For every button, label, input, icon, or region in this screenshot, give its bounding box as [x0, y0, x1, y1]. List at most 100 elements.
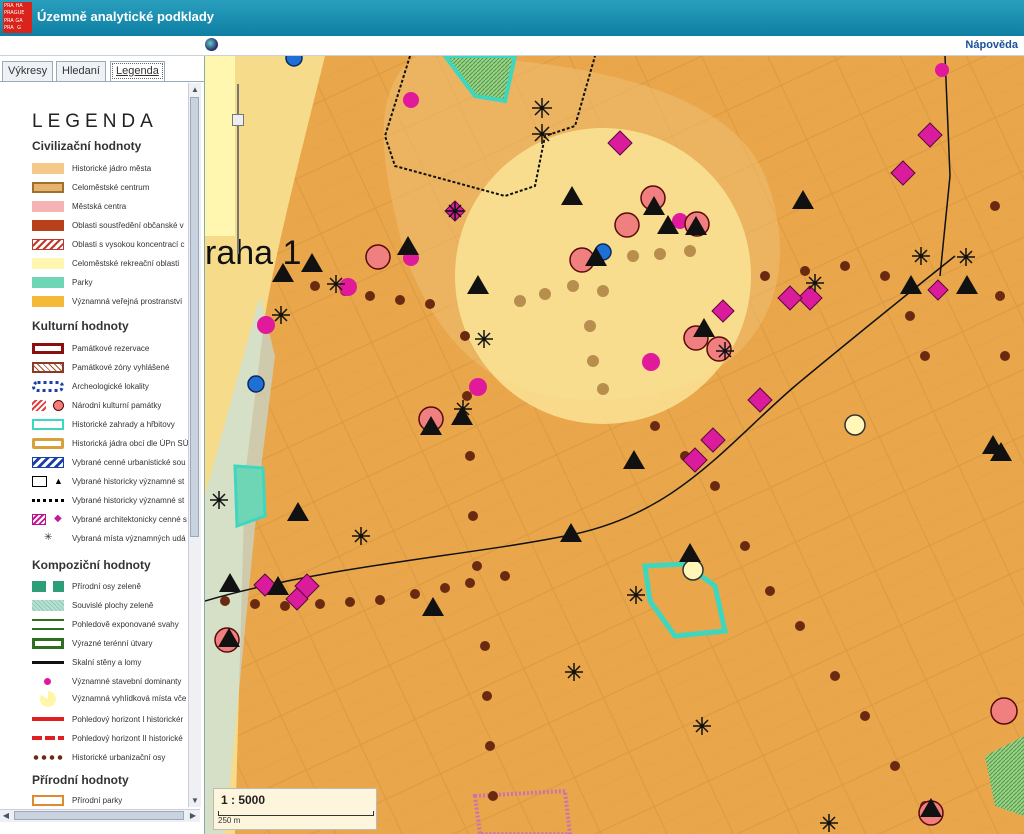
logo-letter: [24, 3, 31, 10]
legend-item: Celoměstské centrum: [32, 182, 188, 196]
legend-swatch: [32, 717, 64, 721]
logo-letter: HA: [15, 3, 23, 9]
diamond-icon: ◆: [54, 513, 62, 524]
monument-symbol-icon: [53, 400, 64, 411]
scroll-down-icon[interactable]: ▼: [190, 795, 200, 806]
legend-item: Národní kulturní památky: [32, 400, 188, 414]
scale-ratio: 1 : 5000: [221, 793, 266, 807]
legend-item: Významná veřejná prostranství: [32, 296, 188, 310]
section-kulturni: Kulturní hodnoty: [32, 319, 129, 333]
help-link[interactable]: Nápověda: [965, 39, 1018, 51]
tab-vykresy[interactable]: Výkresy: [2, 61, 54, 81]
recreation-area: [205, 56, 235, 236]
scroll-thumb[interactable]: [190, 97, 199, 537]
legend-swatch: [32, 499, 64, 502]
legend-swatch: [32, 163, 64, 174]
zoom-track[interactable]: [237, 84, 239, 254]
app-title: Územně analytické podklady: [37, 9, 215, 24]
prague-logo: PRA HA PRA GUE PRA GA PRA G: [3, 2, 32, 33]
legend-item: Vybrané historicky významné st: [32, 495, 188, 509]
scale-distance: 250 m: [218, 816, 241, 825]
legend-item: Přírodní parky: [32, 795, 188, 807]
logo-letter: PRA: [4, 17, 14, 24]
legend-swatch: [32, 400, 46, 411]
legend-swatch: [32, 277, 64, 288]
tab-hledani[interactable]: Hledaní: [56, 61, 106, 81]
legend-swatch: [32, 296, 64, 307]
zoom-slider[interactable]: [232, 84, 244, 254]
logo-letter: [24, 18, 31, 25]
legend-item: Parky: [32, 277, 188, 291]
legend-item: Pohledový horizont I historickér: [32, 714, 188, 728]
legend-item: ✳ Vybraná místa významných udá: [44, 532, 186, 543]
section-civilizacni: Civilizační hodnoty: [32, 139, 142, 153]
legend-item: Památkové zóny vyhlášené: [32, 362, 188, 376]
legend-swatch: [32, 258, 64, 269]
legend-item: Historické jádro města: [32, 163, 188, 177]
legend-item: Městská centra: [32, 201, 188, 215]
zoom-knob[interactable]: [232, 114, 244, 126]
map-view[interactable]: raha 1 1 : 5000 250 m: [205, 56, 1024, 834]
viewpoint-circle: [455, 128, 751, 424]
legend-swatch: [32, 201, 64, 212]
legend-title: LEGENDA: [32, 111, 158, 132]
legend-swatch: [32, 600, 64, 611]
legend-swatch: [32, 661, 64, 664]
toolbar: [0, 36, 1024, 56]
legend-swatch: [32, 581, 46, 592]
legend-swatch: [32, 457, 64, 468]
dominant-dot-icon: [44, 678, 51, 685]
legend-item: Výrazné terénní útvary: [32, 638, 188, 652]
legend-item: Významné stavební dominanty: [32, 676, 188, 690]
map-canvas: [205, 56, 1024, 834]
park-area: [233, 464, 267, 529]
legend-item: Skalní stěny a lomy: [32, 657, 188, 671]
legend-vertical-scrollbar[interactable]: ▲ ▼: [188, 83, 201, 807]
legend-swatch: [32, 381, 64, 392]
legend-swatch: [32, 343, 64, 354]
legend-item: Souvislé plochy zeleně: [32, 600, 188, 614]
scroll-thumb[interactable]: [14, 811, 184, 820]
tab-legenda[interactable]: Legenda: [110, 61, 165, 81]
scroll-up-icon[interactable]: ▲: [190, 84, 200, 95]
section-kompozicni: Kompoziční hodnoty: [32, 558, 151, 572]
legend-item: Památkové rezervace: [32, 343, 188, 357]
scale-bar: [218, 811, 374, 816]
scroll-right-icon[interactable]: ▶: [188, 810, 198, 821]
logo-letter: PRA: [4, 3, 14, 9]
tab-bar: Výkresy Hledaní Legenda: [0, 59, 204, 82]
legend-item: Oblasti s vysokou koncentrací c: [32, 239, 188, 253]
logo-letter: [24, 10, 31, 17]
legend-item: Historická jádra obcí dle ÚPn SÚ: [32, 438, 188, 452]
section-prirodni: Přírodní hodnoty: [32, 773, 129, 787]
legend-swatch: [32, 438, 64, 449]
logo-letter: G: [17, 24, 21, 31]
legend-swatch: [32, 182, 64, 193]
legend-item: Pohledově exponované svahy: [32, 619, 188, 633]
legend-swatch: [32, 795, 64, 806]
viewpoint-icon: [40, 691, 56, 707]
legend-item: ◆ Vybrané architektonicky cenné s: [32, 513, 188, 528]
logo-letter: GA: [15, 17, 23, 24]
legend-swatch: [32, 362, 64, 373]
legend-panel[interactable]: LEGENDA Civilizační hodnoty Historické j…: [0, 83, 188, 807]
sidebar: Výkresy Hledaní Legenda LEGENDA Civiliza…: [0, 56, 205, 834]
logo-letter: PRA: [4, 24, 14, 31]
logo-letter: PRA: [4, 10, 14, 17]
district-label: raha 1: [205, 234, 302, 272]
scale-indicator: 1 : 5000 250 m: [213, 788, 377, 830]
legend-item: Historické zahrady a hřbitovy: [32, 419, 188, 433]
legend-item: Archeologické lokality: [32, 381, 188, 395]
globe-icon[interactable]: [205, 38, 218, 51]
legend-item: ▲ Vybrané historicky významné st: [32, 476, 188, 490]
legend-swatch: [32, 419, 64, 430]
legend-horizontal-scrollbar[interactable]: ◀ ▶: [0, 809, 200, 822]
legend-swatch: [32, 755, 64, 760]
legend-item: Oblasti soustředění občanské v: [32, 220, 188, 234]
legend-swatch: [32, 736, 64, 740]
triangle-icon: ▲: [54, 476, 63, 486]
legend-item: Historické urbanizační osy: [32, 752, 188, 766]
legend-swatch: [32, 476, 47, 487]
legend-item: Celoměstské rekreační oblasti: [32, 258, 188, 272]
scroll-left-icon[interactable]: ◀: [1, 810, 11, 821]
